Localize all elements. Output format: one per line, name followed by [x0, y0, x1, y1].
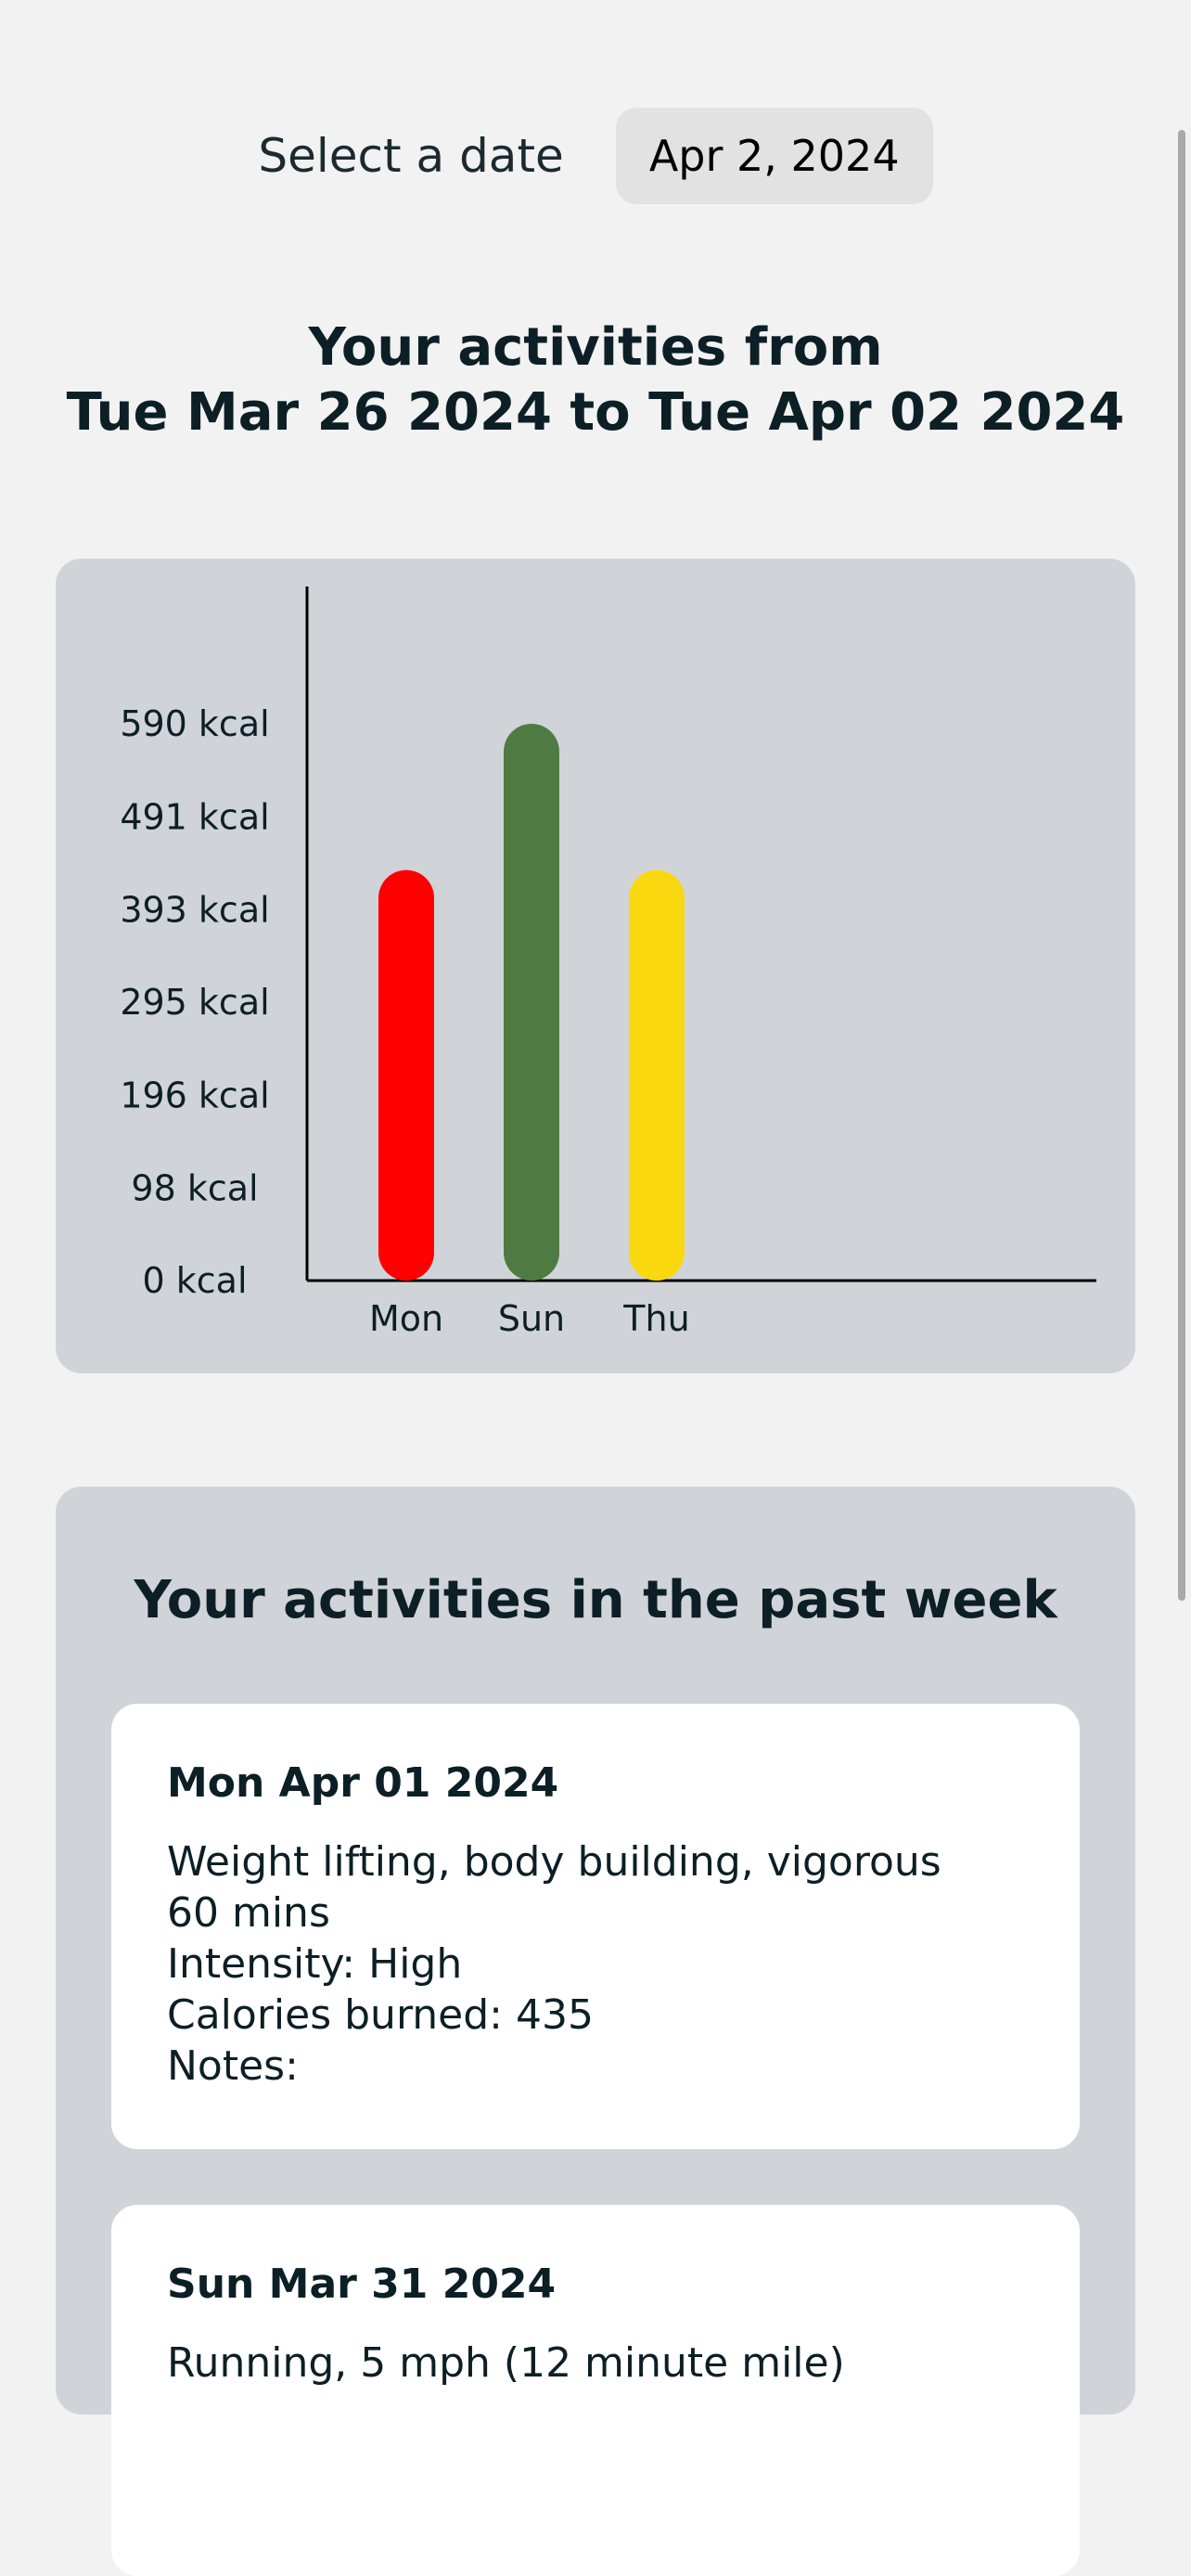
activity-name: Weight lifting, body building, vigorous	[167, 1838, 941, 1886]
activity-duration: 60 mins	[167, 1889, 330, 1937]
x-tick-label: Mon	[369, 1298, 443, 1339]
activity-date: Mon Apr 01 2024	[167, 1759, 559, 1807]
bar-sun	[504, 724, 559, 1281]
page-title-line1: Your activities from	[308, 317, 883, 378]
activity-card[interactable]: Mon Apr 01 2024 Weight lifting, body bui…	[111, 1704, 1080, 2149]
y-tick-label: 295 kcal	[120, 982, 269, 1023]
date-picker-label: Select a date	[258, 129, 564, 183]
y-tick-label: 0 kcal	[143, 1260, 248, 1301]
date-picker-button[interactable]: Apr 2, 2024	[615, 108, 933, 204]
page-scrollbar[interactable]	[1178, 130, 1185, 1601]
y-tick-label: 590 kcal	[120, 703, 269, 744]
bar-thu	[629, 869, 685, 1281]
week-activities-card: Your activities in the past week Mon Apr…	[56, 1487, 1135, 2576]
activity-intensity: Intensity: High	[167, 1940, 463, 1988]
y-tick-label: 196 kcal	[120, 1075, 269, 1116]
calories-bar-chart: 0 kcal 98 kcal 196 kcal 295 kcal 393 kcal 491…	[120, 586, 1096, 1339]
y-tick-label: 98 kcal	[131, 1167, 258, 1208]
activity-notes: Notes:	[167, 2042, 299, 2090]
x-tick-label: Sun	[498, 1298, 565, 1339]
activity-calories: Calories burned: 435	[167, 1991, 594, 2039]
week-activities-title: Your activities in the past week	[134, 1570, 1057, 1630]
activity-name: Running, 5 mph (12 minute mile)	[167, 2339, 845, 2387]
y-tick-label: 491 kcal	[120, 797, 269, 838]
page-title-date-range: Tue Mar 26 2024 to Tue Apr 02 2024	[66, 382, 1125, 443]
activity-date: Sun Mar 31 2024	[167, 2260, 557, 2308]
page-title: Your activities from Tue Mar 26 2024 to …	[0, 316, 1191, 445]
date-picker-row: Select a date Apr 2, 2024	[0, 108, 1191, 204]
bar-mon	[378, 869, 434, 1281]
activity-card[interactable]: Sun Mar 31 2024 Running, 5 mph (12 minut…	[111, 2205, 1080, 2576]
y-tick-label: 393 kcal	[120, 889, 269, 930]
calories-chart-card: 0 kcal 98 kcal 196 kcal 295 kcal 393 kcal 491…	[56, 559, 1135, 1373]
x-tick-label: Thu	[622, 1298, 689, 1339]
